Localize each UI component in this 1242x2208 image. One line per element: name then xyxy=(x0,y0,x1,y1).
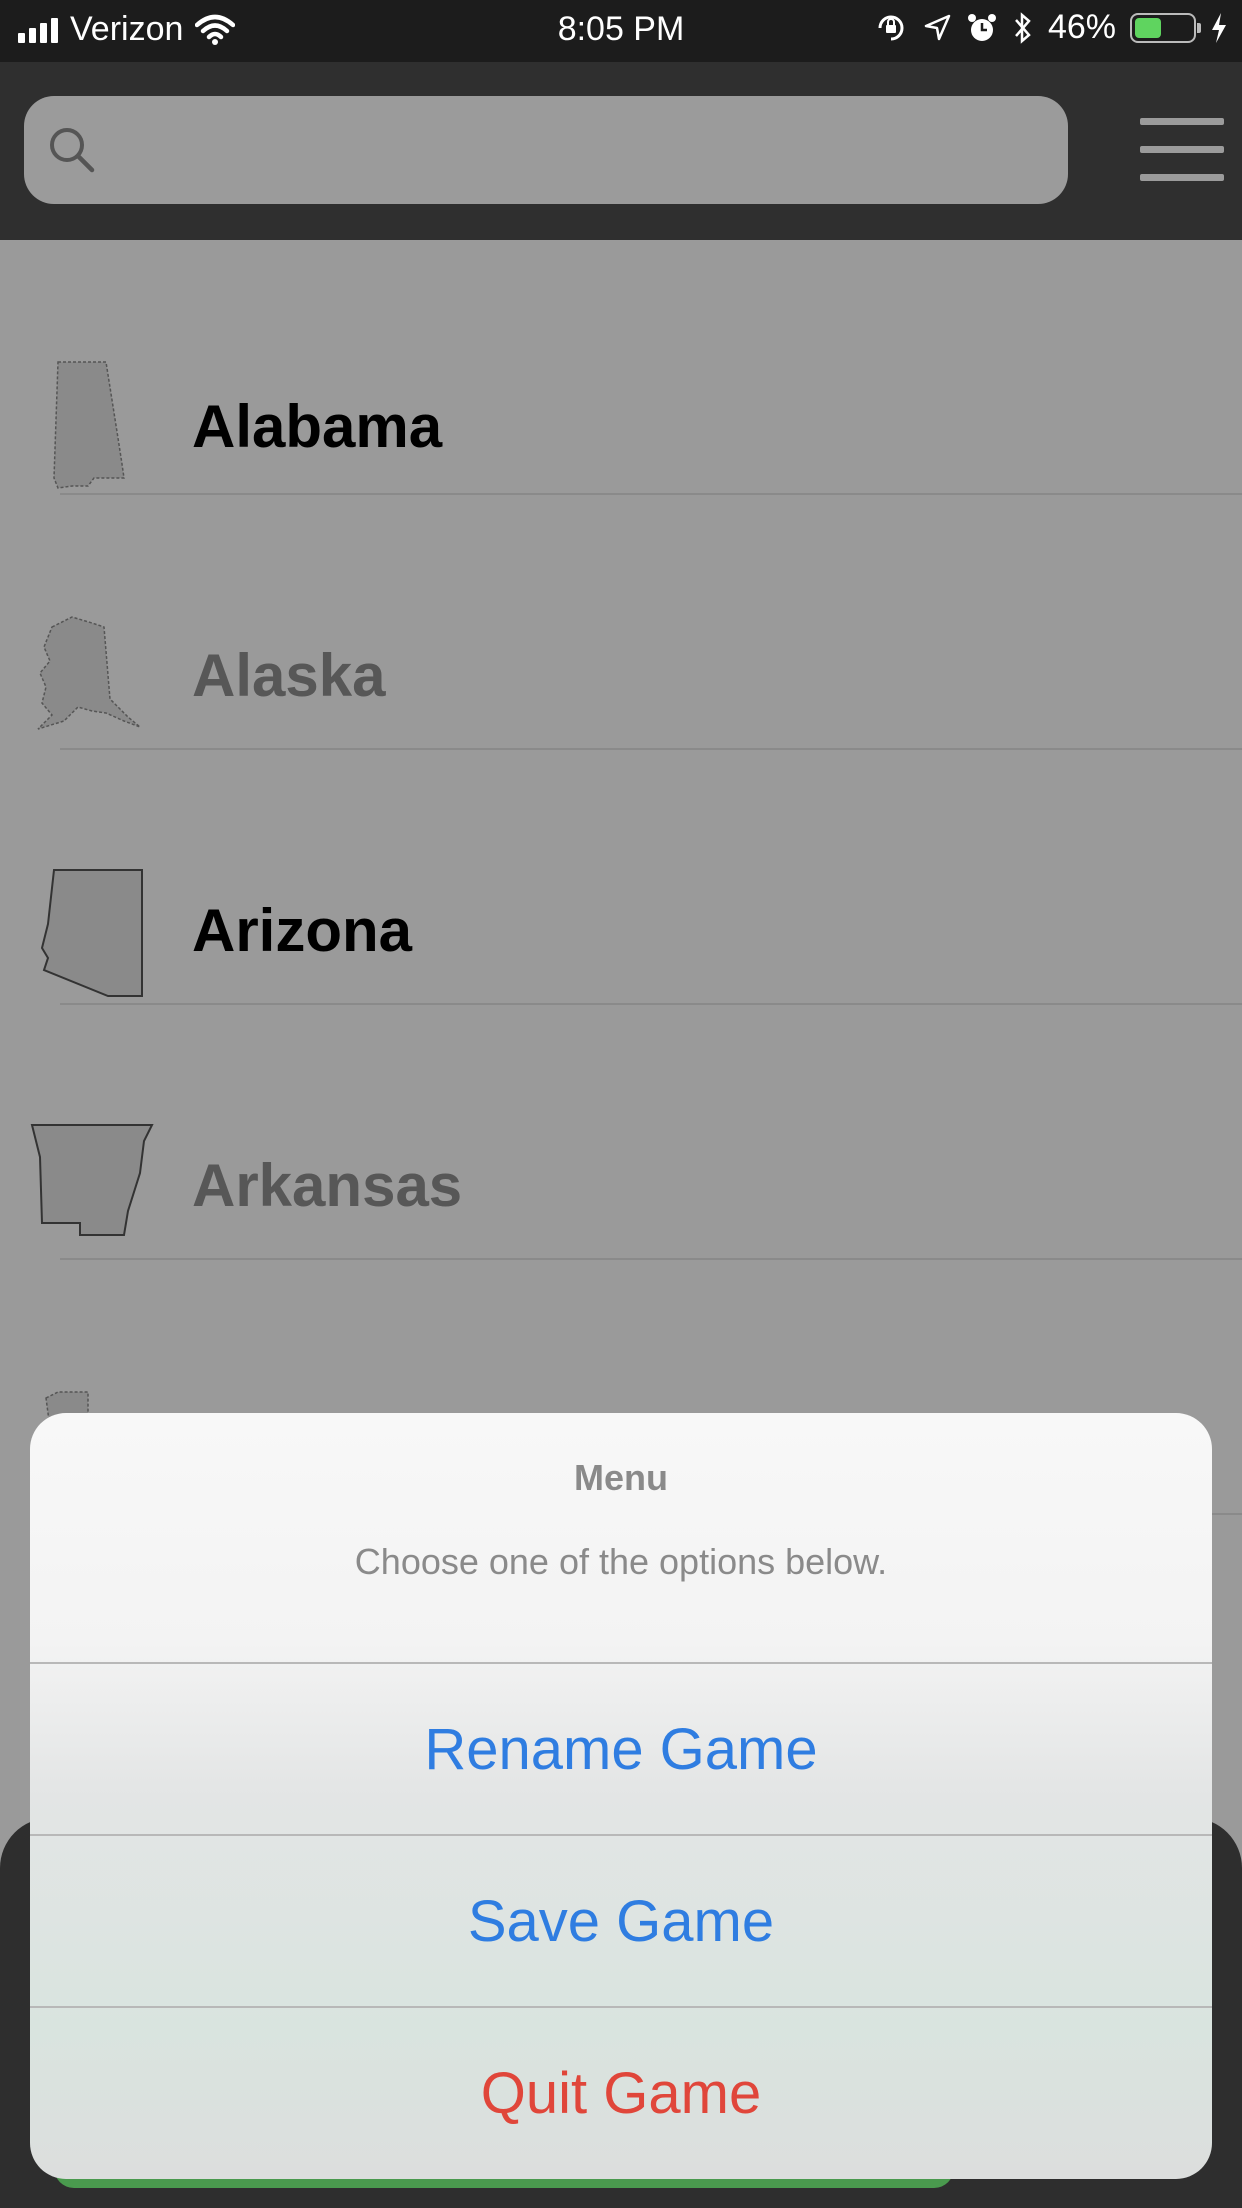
battery-icon xyxy=(1130,12,1201,43)
menu-hamburger-icon[interactable] xyxy=(1140,118,1224,182)
arkansas-shape-icon xyxy=(28,1117,168,1257)
status-bar: Verizon 8:05 PM 46% xyxy=(0,0,1242,62)
search-icon xyxy=(50,128,95,173)
save-game-button[interactable]: Save Game xyxy=(30,1836,1212,2006)
state-name: Arizona xyxy=(192,897,413,964)
quit-game-button[interactable]: Quit Game xyxy=(30,2008,1212,2178)
alarm-icon xyxy=(967,13,996,41)
list-item-alaska[interactable]: Alaska xyxy=(0,495,1242,750)
list-item-arizona[interactable]: Arizona xyxy=(0,750,1242,1005)
charging-bolt-icon xyxy=(1212,12,1226,43)
state-list: Alabama Alaska Arizona Arkansas xyxy=(0,240,1242,1515)
search-input[interactable] xyxy=(114,116,1038,186)
action-sheet-message: Choose one of the options below. xyxy=(354,1541,888,1582)
state-name: Arkansas xyxy=(192,1152,463,1219)
alaska-shape-icon xyxy=(28,607,168,747)
arizona-shape-icon xyxy=(28,862,168,1002)
list-item-arkansas[interactable]: Arkansas xyxy=(0,1005,1242,1260)
action-sheet: Menu Choose one of the options below. Re… xyxy=(30,1413,1212,2179)
search-bar[interactable] xyxy=(24,96,1068,204)
state-name: Alaska xyxy=(192,642,386,709)
action-sheet-header: Menu Choose one of the options below. xyxy=(30,1413,1212,1662)
app-header xyxy=(0,62,1242,240)
alabama-shape-icon xyxy=(28,360,168,500)
rotation-lock-icon xyxy=(878,15,904,40)
battery-percent: 46% xyxy=(1047,8,1116,46)
action-sheet-title: Menu xyxy=(574,1457,668,1498)
state-name: Alabama xyxy=(192,393,443,460)
list-item-alabama[interactable]: Alabama xyxy=(0,240,1242,495)
rename-game-button[interactable]: Rename Game xyxy=(30,1664,1212,1834)
location-arrow-icon xyxy=(924,14,951,40)
bluetooth-icon xyxy=(1014,11,1031,44)
